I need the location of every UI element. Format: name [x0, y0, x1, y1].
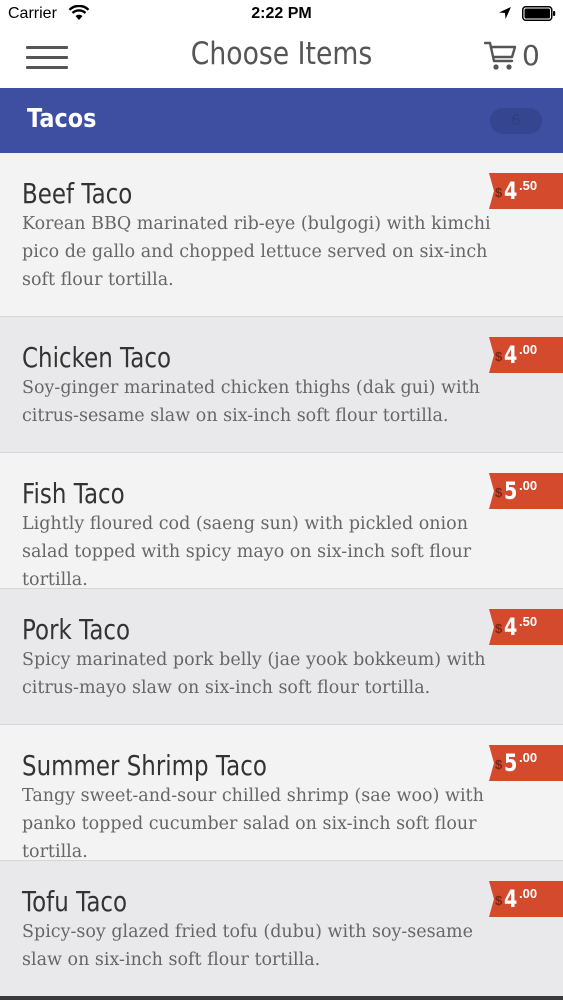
category-title: Tacos — [27, 104, 97, 134]
price-tag: $ 5 .00 — [483, 745, 563, 781]
menu-item-list: Beef Taco Korean BBQ marinated rib-eye (… — [0, 153, 563, 1000]
price-currency: $ — [495, 893, 503, 908]
menu-item-row[interactable]: Pork Taco Spicy marinated pork belly (ja… — [0, 589, 563, 725]
status-time: 2:22 PM — [251, 5, 312, 22]
page-title: Choose Items — [190, 36, 373, 72]
menu-item-row[interactable]: Beef Taco Korean BBQ marinated rib-eye (… — [0, 153, 563, 317]
cart-button[interactable]: 0 — [484, 38, 544, 76]
menu-item-row[interactable]: Summer Shrimp Taco Tangy sweet-and-sour … — [0, 725, 563, 862]
price-cents: .00 — [519, 750, 538, 765]
category-count-badge: 6 — [490, 108, 542, 134]
price-whole: 5 — [504, 477, 518, 505]
menu-item-row[interactable]: Tofu Taco Spicy-soy glazed fried tofu (d… — [0, 861, 563, 997]
item-name: Beef Taco — [22, 177, 133, 210]
menu-item-row[interactable]: Fish Taco Lightly floured cod (saeng sun… — [0, 453, 563, 590]
cart-count: 0 — [522, 39, 540, 72]
price-whole: 4 — [504, 885, 518, 913]
price-cents: .00 — [519, 478, 538, 493]
battery-icon — [522, 6, 556, 21]
price-currency: $ — [495, 485, 503, 500]
nav-bar: Choose Items 0 — [0, 30, 563, 88]
price-currency: $ — [495, 757, 503, 772]
menu-item-row[interactable]: Chicken Taco Soy-ginger marinated chicke… — [0, 317, 563, 453]
bottom-bar — [0, 996, 563, 1000]
price-currency: $ — [495, 621, 503, 636]
item-description: Spicy-soy glazed fried tofu (dubu) with … — [22, 922, 473, 970]
category-header[interactable]: Tacos 6 — [0, 88, 563, 153]
price-currency: $ — [495, 349, 503, 364]
item-name: Tofu Taco — [22, 885, 128, 918]
status-bar: Carrier 2:22 PM — [0, 0, 563, 30]
price-tag: $ 4 .50 — [483, 173, 563, 209]
item-description: Tangy sweet-and-sour chilled shrimp (sae… — [22, 786, 484, 862]
price-tag: $ 5 .00 — [483, 473, 563, 509]
item-description: Lightly floured cod (saeng sun) with pic… — [22, 514, 472, 590]
item-description: Soy-ginger marinated chicken thighs (dak… — [22, 378, 480, 426]
location-arrow-icon — [499, 7, 511, 19]
item-name: Summer Shrimp Taco — [22, 749, 267, 782]
price-tag: $ 4 .00 — [483, 337, 563, 373]
price-currency: $ — [495, 185, 503, 200]
item-name: Pork Taco — [22, 613, 131, 646]
item-name: Chicken Taco — [22, 341, 172, 374]
shopping-cart-icon — [484, 41, 517, 70]
price-cents: .00 — [519, 342, 538, 357]
price-tag: $ 4 .00 — [483, 881, 563, 917]
price-whole: 4 — [504, 613, 518, 641]
item-name: Fish Taco — [22, 477, 125, 510]
price-whole: 5 — [504, 749, 518, 777]
price-cents: .00 — [519, 886, 538, 901]
price-whole: 4 — [504, 177, 518, 205]
price-tag: $ 4 .50 — [483, 609, 563, 645]
price-cents: .50 — [519, 614, 538, 629]
price-cents: .50 — [519, 178, 538, 193]
item-description: Spicy marinated pork belly (jae yook bok… — [22, 650, 486, 698]
item-description: Korean BBQ marinated rib-eye (bulgogi) w… — [22, 214, 491, 290]
price-whole: 4 — [504, 341, 518, 369]
